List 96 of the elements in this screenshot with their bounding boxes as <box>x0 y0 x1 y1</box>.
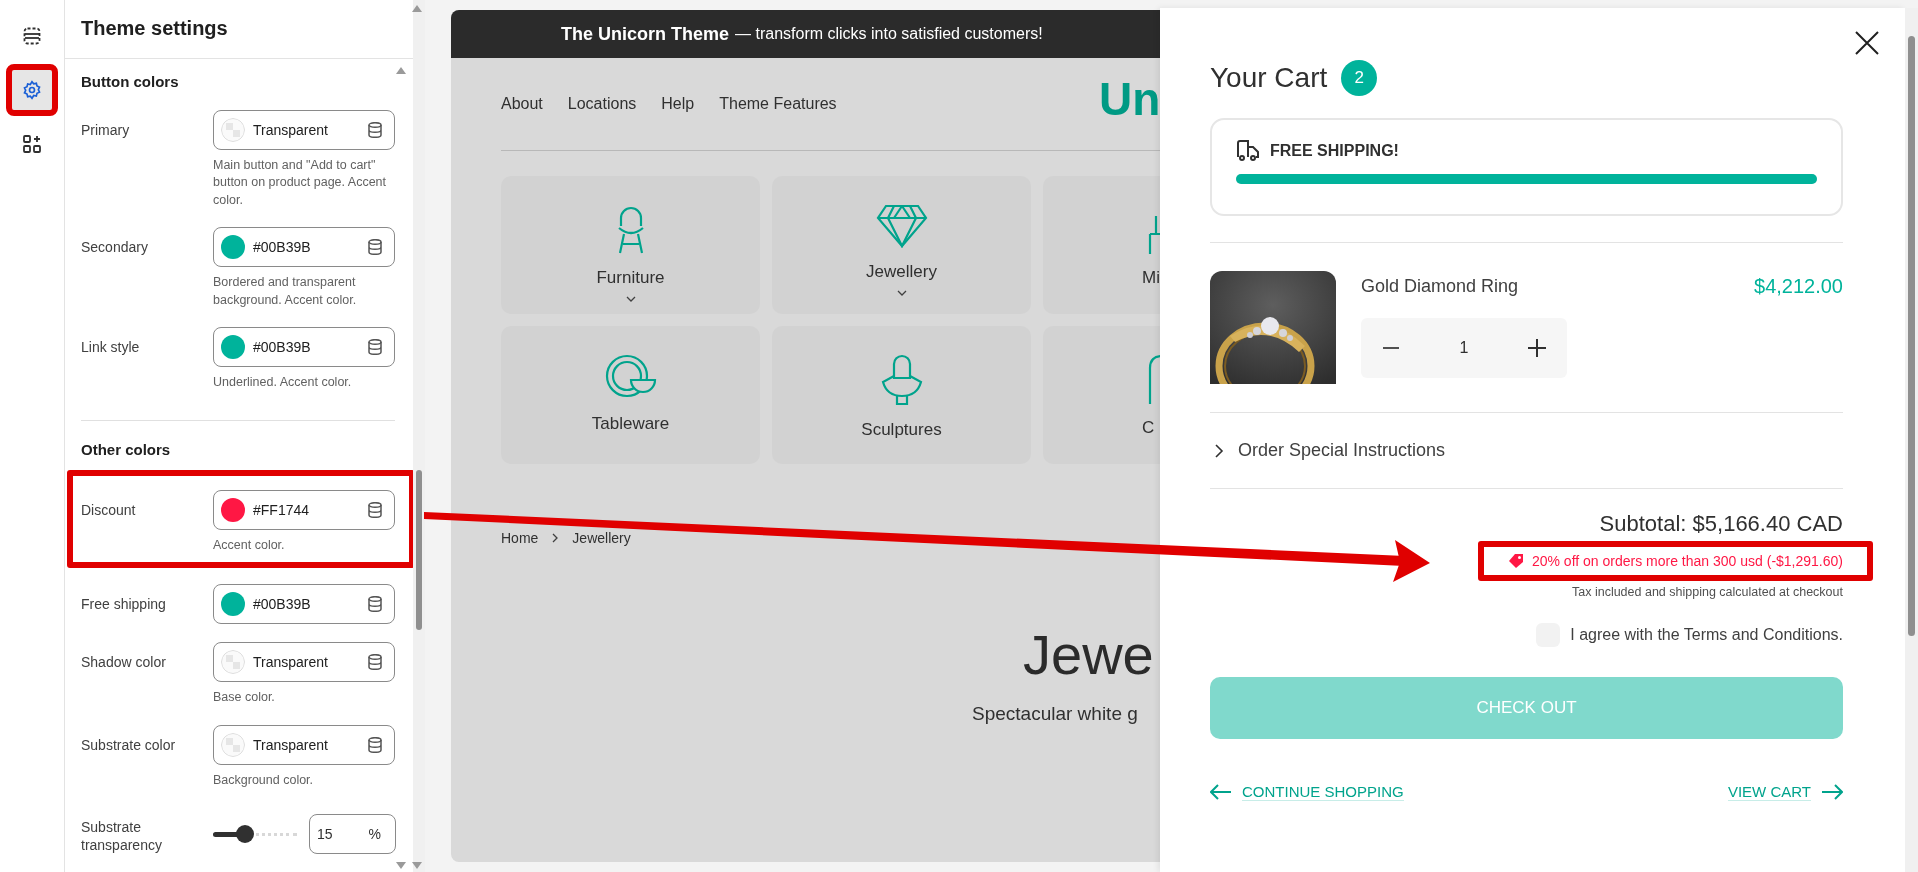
setting-label: Substrate transparency <box>81 818 163 854</box>
chevron-down-icon[interactable] <box>896 290 907 296</box>
product-name[interactable]: Gold Diamond Ring <box>1361 276 1519 297</box>
announcement-bar: The Unicorn Theme — transform clicks into satisfied customers! <box>451 10 1160 58</box>
color-field[interactable]: #00B39B <box>213 327 395 367</box>
tag-icon <box>1507 554 1524 568</box>
slider[interactable] <box>213 823 297 844</box>
database-icon[interactable] <box>368 501 382 518</box>
section-title: Button colors <box>81 72 180 90</box>
page-subtitle: Spectacular white g <box>972 703 1139 725</box>
discount-text: 20% off on orders more than 300 usd (-$1,291.60) <box>1531 553 1843 569</box>
nav-link[interactable]: Help <box>661 95 695 113</box>
setting-label: Free shipping <box>81 595 167 614</box>
setting-hint: Accent color. <box>213 536 286 554</box>
database-icon[interactable] <box>368 339 382 355</box>
nav-link[interactable]: Theme Features <box>719 95 837 113</box>
setting-hint: Base color. <box>213 689 276 706</box>
close-icon[interactable] <box>1854 30 1880 56</box>
setting-label: Link style <box>81 338 141 357</box>
category-tile[interactable]: Jewellery <box>772 176 1031 314</box>
database-icon[interactable] <box>368 596 382 612</box>
setting-hint: Underlined. Accent color. <box>213 374 353 391</box>
slider-thumb[interactable] <box>236 824 255 843</box>
category-label: Tableware <box>591 414 670 434</box>
color-field[interactable]: Transparent <box>213 724 395 765</box>
nav-link[interactable]: Locations <box>567 95 637 113</box>
color-value: Transparent <box>253 736 329 753</box>
color-field[interactable]: #FF1744 <box>213 489 395 530</box>
database-icon[interactable] <box>368 121 382 138</box>
category-tile[interactable]: Mi <box>1043 176 1160 314</box>
category-label: C <box>1142 418 1155 438</box>
color-swatch[interactable] <box>221 497 245 522</box>
terms-label: I agree with the Terms and Conditions. <box>1570 626 1843 644</box>
quantity-value[interactable]: 1 <box>1459 339 1469 357</box>
instructions-toggle[interactable]: Order Special Instructions <box>1210 413 1843 488</box>
setting-label: Secondary <box>81 238 149 257</box>
page-heading: Jewe <box>1023 622 1155 687</box>
color-value: #FF1744 <box>253 501 311 518</box>
breadcrumb-link[interactable]: Home <box>501 530 539 546</box>
chevron-right-icon <box>552 533 559 543</box>
database-icon[interactable] <box>368 654 382 670</box>
transparent-swatch[interactable] <box>221 732 245 757</box>
color-value: #00B39B <box>253 596 312 612</box>
transparent-swatch[interactable] <box>221 650 245 674</box>
diamond-icon <box>875 204 928 248</box>
setting-label: Shadow color <box>81 653 167 672</box>
category-label: Sculptures <box>861 420 942 440</box>
plate-icon <box>604 354 657 400</box>
setting-hint: Background color. <box>213 771 315 789</box>
setting-label: Substrate color <box>81 735 177 755</box>
color-value: Transparent <box>253 121 329 138</box>
color-field[interactable]: #00B39B <box>213 227 395 267</box>
breadcrumb-link[interactable]: Jewellery <box>572 530 631 546</box>
category-tile[interactable]: C <box>1043 326 1160 464</box>
category-label: Mi <box>1142 268 1160 288</box>
bust-icon <box>880 354 923 406</box>
chevron-down-icon[interactable] <box>625 296 636 302</box>
arrow-right-icon[interactable] <box>1821 784 1843 800</box>
chevron-right-icon[interactable] <box>1214 443 1224 458</box>
truck-icon <box>1236 140 1260 162</box>
color-field[interactable]: #00B39B <box>213 584 395 624</box>
category-tile[interactable]: Sculptures <box>772 326 1031 464</box>
category-label: Furniture <box>596 268 665 288</box>
color-field[interactable]: Transparent <box>213 642 395 682</box>
setting-label: Discount <box>81 500 137 520</box>
product-price: $4,212.00 <box>1754 275 1843 298</box>
count-badge: 2 <box>1341 60 1378 96</box>
category-label: Jewellery <box>866 262 937 282</box>
color-swatch[interactable] <box>221 235 245 259</box>
setting-hint: Main button and "Add to cart" button on product page. Accent color. <box>213 156 388 209</box>
settings-icon <box>22 80 42 100</box>
color-field[interactable]: Transparent <box>213 109 395 150</box>
category-tile[interactable]: Furniture <box>501 176 760 314</box>
color-value: #00B39B <box>253 339 312 355</box>
cart-title: Your Cart <box>1210 62 1328 94</box>
arrow-left-icon[interactable] <box>1210 784 1232 800</box>
color-swatch[interactable] <box>221 592 245 616</box>
setting-hint: Bordered and transparent background. Accent color. <box>213 274 358 309</box>
scroll-up-icon[interactable] <box>412 5 422 12</box>
nav-link[interactable]: About <box>501 95 543 113</box>
database-icon[interactable] <box>368 736 382 753</box>
setting-label: Primary <box>81 120 131 140</box>
scroll-up-icon[interactable] <box>396 67 406 74</box>
shipping-label: FREE SHIPPING! <box>1270 142 1399 160</box>
apps-icon <box>23 135 41 153</box>
sections-icon <box>23 27 41 45</box>
database-icon[interactable] <box>368 239 382 255</box>
color-swatch[interactable] <box>221 335 245 359</box>
category-tile[interactable]: Tableware <box>501 326 760 464</box>
color-value: #00B39B <box>253 239 312 255</box>
tax-note: Tax included and shipping calculated at checkout <box>1572 585 1843 599</box>
transparent-swatch[interactable] <box>221 117 245 142</box>
subtotal: Subtotal: $5,166.40 CAD <box>1599 511 1843 537</box>
section-title: Other colors <box>81 440 172 458</box>
color-value: Transparent <box>253 654 329 670</box>
percent-field[interactable]: 15 % <box>309 813 396 854</box>
